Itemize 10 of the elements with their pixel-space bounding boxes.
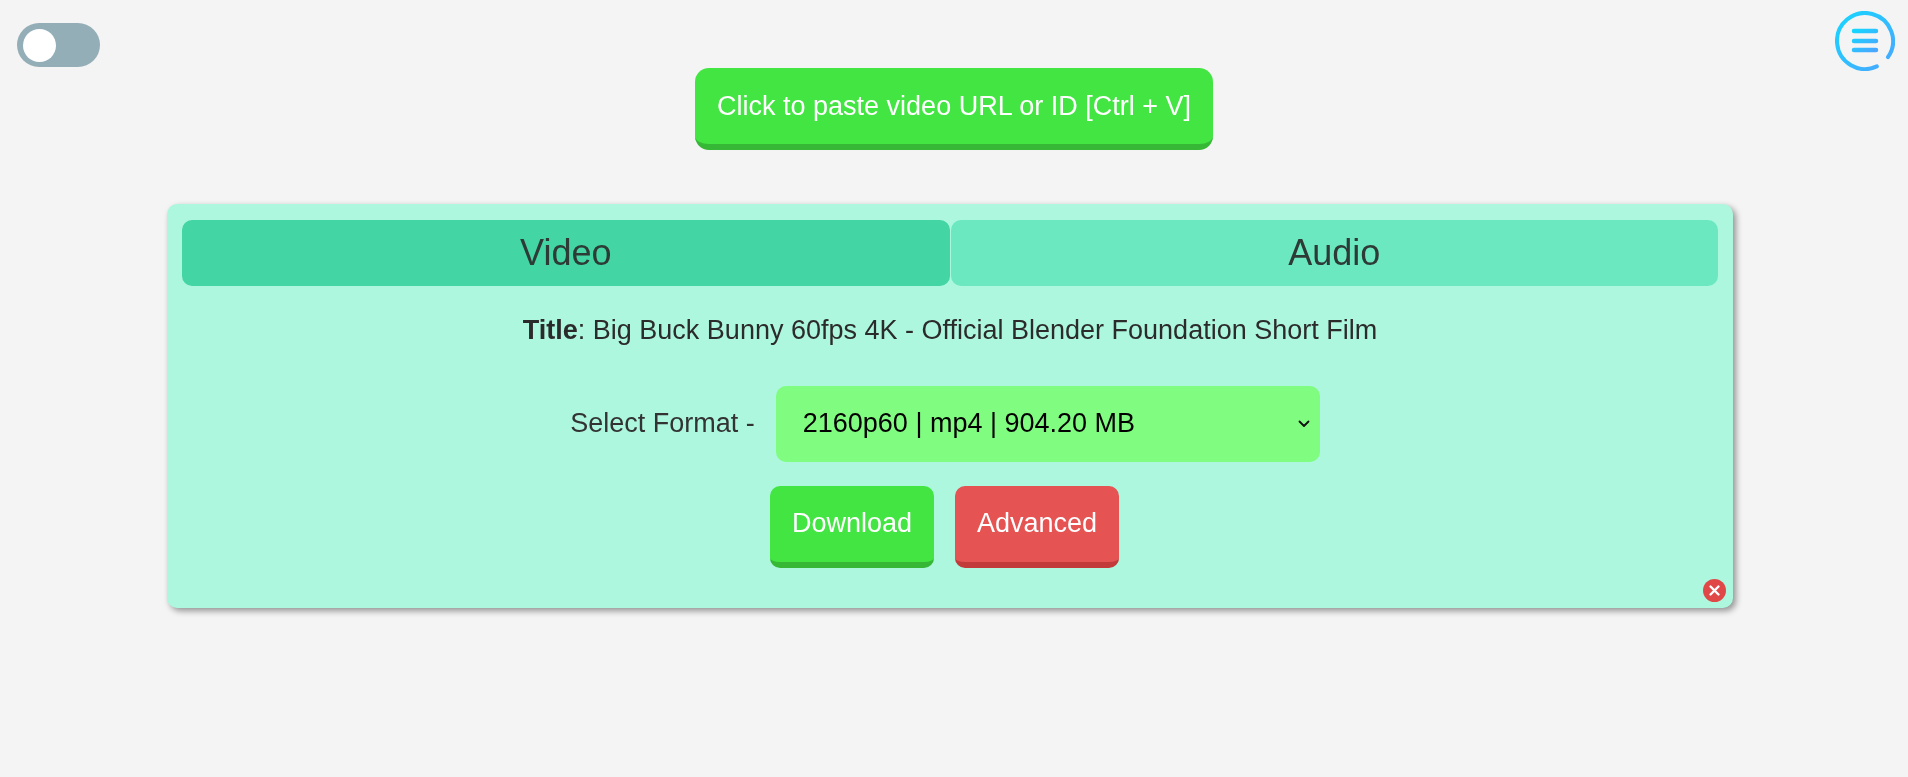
chevron-down-icon bbox=[1297, 419, 1310, 428]
video-title: Title: Big Buck Bunny 60fps 4K - Official Blender Foundation Short Film bbox=[522, 314, 1378, 347]
menu-icon[interactable] bbox=[1835, 11, 1895, 71]
theme-toggle[interactable] bbox=[17, 23, 100, 67]
advanced-button[interactable]: Advanced bbox=[955, 485, 1119, 568]
format-select[interactable]: 2160p60 | mp4 | 904.20 MB bbox=[775, 385, 1320, 462]
format-tab[interactable]: Audio bbox=[950, 220, 1718, 286]
format-label: Select Format - bbox=[570, 407, 755, 441]
close-icon[interactable] bbox=[1703, 579, 1726, 602]
format-tab[interactable]: Video bbox=[182, 220, 950, 286]
